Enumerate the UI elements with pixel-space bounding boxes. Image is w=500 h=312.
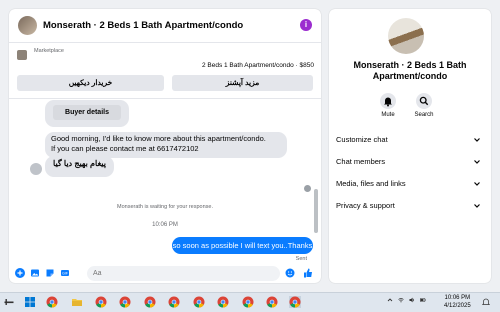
message-list: Buyer details Good morning, I'd like to … <box>9 99 321 264</box>
info-title: Monserath · 2 Beds 1 Bath Apartment/cond… <box>329 60 491 82</box>
marketplace-label: Marketplace <box>34 48 64 54</box>
emoji-icon[interactable] <box>285 268 295 278</box>
marketplace-card: Marketplace 2 Beds 1 Bath Apartment/cond… <box>9 43 321 99</box>
composer: GIF <box>9 264 321 283</box>
wifi-icon[interactable] <box>398 297 404 303</box>
row-label: Chat members <box>336 157 386 166</box>
taskbar: 10:06 PM 4/12/2025 <box>0 292 500 312</box>
search-label: Search <box>414 112 434 118</box>
file-explorer-icon[interactable] <box>71 296 83 308</box>
thumbs-up-icon[interactable] <box>303 268 313 278</box>
outgoing-message: so soon as possible I will text you..Tha… <box>172 237 313 254</box>
seen-avatar-icon <box>304 185 311 192</box>
chrome-profile-icon[interactable] <box>168 296 180 308</box>
chevron-down-icon <box>474 182 480 186</box>
chrome-profile-icon[interactable] <box>242 296 254 308</box>
listing-thumbnail <box>17 50 27 60</box>
chrome-profile-icon[interactable] <box>193 296 205 308</box>
incoming-message: پیغام بھیج دیا گیا <box>45 156 114 177</box>
search-icon <box>416 93 432 109</box>
clock[interactable]: 10:06 PM 4/12/2025 <box>444 294 471 310</box>
listing-avatar <box>388 18 424 54</box>
battery-icon[interactable] <box>420 297 426 303</box>
sent-status: Sent <box>295 256 307 262</box>
speaker-icon[interactable] <box>409 297 415 303</box>
message-text: If you can please contact me at 66174721… <box>51 144 199 153</box>
gif-icon[interactable]: GIF <box>60 268 70 278</box>
windows-start-icon[interactable] <box>24 296 36 308</box>
chrome-profile-icon[interactable] <box>217 296 229 308</box>
sticker-icon[interactable] <box>45 268 55 278</box>
chrome-profile-icon[interactable] <box>289 296 301 308</box>
chevron-down-icon <box>474 138 480 142</box>
scrollbar[interactable] <box>314 99 318 264</box>
chrome-icon[interactable] <box>46 296 58 308</box>
message-text: Good morning, I'd like to know more abou… <box>51 134 266 143</box>
chat-members-row[interactable]: Chat members <box>336 155 484 169</box>
message-timestamp: 10:06 PM <box>152 222 178 228</box>
clock-date: 4/12/2025 <box>444 303 471 309</box>
chrome-profile-icon[interactable] <box>266 296 278 308</box>
mute-button[interactable]: Mute <box>368 93 408 118</box>
contact-avatar[interactable] <box>18 16 37 35</box>
scrollbar-thumb[interactable] <box>314 189 318 233</box>
svg-text:GIF: GIF <box>62 272 68 276</box>
start-button-icon[interactable] <box>3 296 15 308</box>
listing-summary[interactable]: 2 Beds 1 Bath Apartment/condo · $850 <box>202 62 314 69</box>
chat-panel: Monserath · 2 Beds 1 Bath Apartment/cond… <box>9 9 321 283</box>
buyer-details-card: Buyer details <box>45 100 129 127</box>
row-label: Customize chat <box>336 135 388 144</box>
view-buyer-button[interactable]: خریدار دیکهیں <box>17 75 164 91</box>
chevron-down-icon <box>474 204 480 208</box>
waiting-status: Monserath is waiting for your response. <box>117 204 213 210</box>
chevron-down-icon <box>474 160 480 164</box>
notification-icon[interactable] <box>482 298 490 306</box>
chrome-profile-icon[interactable] <box>119 296 131 308</box>
media-files-links-row[interactable]: Media, files and links <box>336 177 484 191</box>
privacy-support-row[interactable]: Privacy & support <box>336 199 484 213</box>
chrome-profile-icon[interactable] <box>144 296 156 308</box>
photo-icon[interactable] <box>30 268 40 278</box>
info-icon[interactable]: i <box>300 19 312 31</box>
bell-icon <box>380 93 396 109</box>
chat-info-panel: Monserath · 2 Beds 1 Bath Apartment/cond… <box>329 9 491 283</box>
search-button[interactable]: Search <box>404 93 444 118</box>
sender-avatar <box>30 163 42 175</box>
info-title-line: Apartment/condo <box>372 71 448 81</box>
row-label: Media, files and links <box>336 179 406 188</box>
chevron-up-icon[interactable] <box>387 297 393 303</box>
chrome-profile-icon[interactable] <box>95 296 107 308</box>
message-input[interactable] <box>87 266 280 281</box>
chat-title[interactable]: Monserath · 2 Beds 1 Bath Apartment/cond… <box>43 20 243 31</box>
clock-time: 10:06 PM <box>444 295 471 301</box>
plus-circle-icon[interactable] <box>15 268 25 278</box>
row-label: Privacy & support <box>336 201 395 210</box>
incoming-message: Good morning, I'd like to know more abou… <box>45 132 287 158</box>
chat-header: Monserath · 2 Beds 1 Bath Apartment/cond… <box>9 9 321 43</box>
info-title-line: Monserath · 2 Beds 1 Bath <box>353 60 467 70</box>
buyer-details-button[interactable]: Buyer details <box>53 105 121 120</box>
customize-chat-row[interactable]: Customize chat <box>336 133 484 147</box>
mute-label: Mute <box>381 112 395 118</box>
more-options-button[interactable]: مزید آپشنز <box>172 75 313 91</box>
